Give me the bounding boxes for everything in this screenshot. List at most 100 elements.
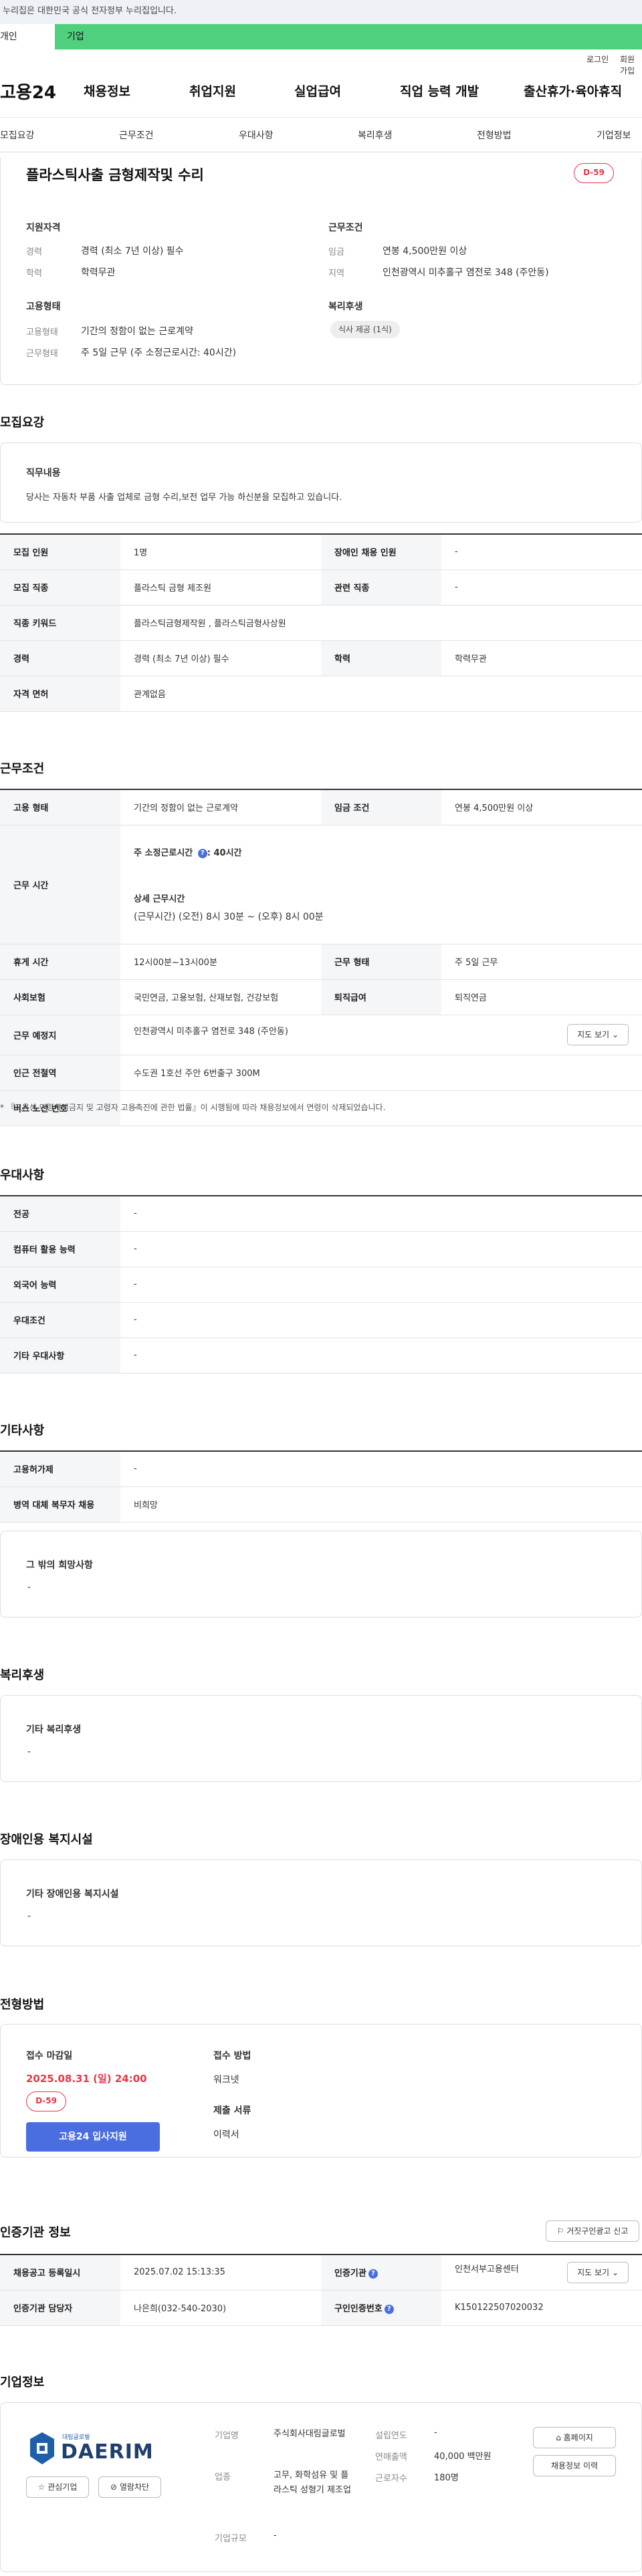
wage-label: 임금 bbox=[328, 247, 344, 257]
company-logo-mark bbox=[30, 2432, 54, 2464]
tab-company[interactable]: 기업정보 bbox=[597, 128, 631, 142]
table-row: 모집 인원 1명 장애인 채용 인원 - bbox=[0, 534, 642, 570]
tab-process[interactable]: 전형방법 bbox=[477, 128, 512, 142]
apply-button[interactable]: 고용24 입사지원 bbox=[26, 2122, 160, 2152]
cell-value: 1명 bbox=[120, 534, 321, 570]
welfare-chip: 식사 제공 (1식) bbox=[330, 321, 400, 338]
preferences-heading: 우대사항 bbox=[0, 1168, 45, 1182]
login-link[interactable]: 로그인 bbox=[586, 53, 609, 65]
company-emp-label: 근로자수 bbox=[375, 2474, 407, 2484]
cell-head: 컴퓨터 활용 능력 bbox=[0, 1231, 120, 1267]
gnb-item-parental-leave[interactable]: 출산휴가·육아휴직 bbox=[524, 82, 622, 100]
etc-heading: 기타사항 bbox=[0, 1424, 45, 1438]
homepage-button[interactable]: ⌂ 홈페이지 bbox=[533, 2427, 616, 2448]
map-button[interactable]: 지도 보기 ⌄ bbox=[567, 1024, 629, 1045]
table-row: 휴게 시간 12시00분~13시00분 근무 형태 주 5일 근무 bbox=[0, 944, 642, 980]
gnb-item-skills[interactable]: 직업 능력 개발 bbox=[400, 82, 479, 100]
age-notice: * 『고용상 연령차별금지 및 고령자 고용촉진에 관한 법률』이 시행됨에 따… bbox=[0, 1103, 386, 1112]
user-type-tabs: 개인 기업 bbox=[0, 24, 642, 49]
table-row: 전공 - bbox=[0, 1196, 642, 1232]
hours-cell: 주 소정근로시간 ?: 40시간 상세 근무시간 (근무시간) (오전) 8시 … bbox=[120, 825, 642, 944]
table-row: 사회보험 국민연금, 고용보험, 산재보험, 건강보험 퇴직급여 퇴직연금 bbox=[0, 979, 642, 1015]
info-icon[interactable]: ? bbox=[197, 848, 207, 858]
cell-head: 학력 bbox=[321, 640, 441, 676]
cell-head: 고용 형태 bbox=[0, 789, 120, 825]
region-label: 지역 bbox=[328, 269, 344, 279]
table-row: 자격 면허 관계없음 bbox=[0, 676, 642, 712]
cell-value: - bbox=[120, 1267, 642, 1303]
job-summary-card: 플라스틱사출 금형제작및 수리 D-59 지원자격 경력 경력 (최소 7년 이… bbox=[0, 158, 642, 385]
cell-head: 임금 조건 bbox=[321, 789, 441, 825]
company-size-label: 기업규모 bbox=[215, 2534, 247, 2544]
cell-value: 관계없음 bbox=[120, 676, 642, 712]
table-row: 인근 전철역 수도권 1호선 주안 6번출구 300M bbox=[0, 1055, 642, 1091]
req-title: 지원자격 bbox=[26, 223, 61, 233]
emp-title: 고용형태 bbox=[26, 301, 61, 312]
tab-corporate[interactable]: 기업 bbox=[67, 24, 84, 49]
company-name-value: 주식회사대림글로벌 bbox=[274, 2429, 346, 2439]
map-button-label: 지도 보기 bbox=[577, 2267, 610, 2277]
tab-welfare[interactable]: 복리후생 bbox=[358, 128, 393, 142]
block-icon: ⊘ bbox=[110, 2482, 118, 2492]
edu-label: 학력 bbox=[26, 269, 42, 279]
cell-value: 수도권 1호선 주안 6번출구 300M bbox=[120, 1055, 642, 1091]
edu-value: 학력무관 bbox=[81, 267, 116, 278]
tab-conditions[interactable]: 근무조건 bbox=[119, 128, 154, 142]
table-row: 기타 우대사항 - bbox=[0, 1337, 642, 1374]
site-logo[interactable]: 고용24 bbox=[0, 79, 56, 104]
table-row: 모집 직종 플라스틱 금형 제조원 관련 직종 - bbox=[0, 569, 642, 606]
company-logo-text: DAERIM bbox=[61, 2440, 154, 2464]
org-cell: 인천서부고용센터 지도 보기 ⌄ bbox=[441, 2255, 642, 2291]
company-sales-label: 연매출액 bbox=[375, 2452, 407, 2462]
official-notice-text: 이 누리집은 대한민국 공식 전자정부 누리집입니다. bbox=[0, 6, 177, 16]
gnb-item-employment-support[interactable]: 취업지원 bbox=[189, 82, 236, 100]
table-row: 근무 예정지 인천광역시 미추홀구 염전로 348 (주안동) 지도 보기 ⌄ bbox=[0, 1015, 642, 1055]
cell-value: 퇴직연금 bbox=[441, 979, 642, 1015]
cell-value: - bbox=[441, 534, 642, 570]
gnb-item-jobs[interactable]: 채용정보 bbox=[84, 82, 130, 100]
cell-value: - bbox=[120, 1302, 642, 1338]
block-button[interactable]: ⊘ 열람차단 bbox=[98, 2476, 161, 2498]
section-tabs: 모집요강 근무조건 우대사항 복리후생 전형방법 기업정보 bbox=[0, 118, 642, 152]
tab-personal[interactable]: 개인 bbox=[0, 24, 55, 49]
history-button[interactable]: 채용정보 이력 bbox=[533, 2455, 616, 2476]
chevron-down-icon: ⌄ bbox=[611, 2267, 619, 2277]
emp-value: 기간의 정함이 없는 근로계약 bbox=[81, 326, 193, 337]
company-biz-label: 업종 bbox=[215, 2472, 231, 2482]
company-year-label: 설립연도 bbox=[375, 2431, 407, 2441]
info-icon[interactable]: ? bbox=[384, 2304, 394, 2314]
cell-head: 휴게 시간 bbox=[0, 944, 120, 980]
gnb-item-unemployment-benefit[interactable]: 실업급여 bbox=[294, 82, 341, 100]
history-button-label: 채용정보 이력 bbox=[550, 2461, 599, 2470]
company-year-value: - bbox=[434, 2428, 437, 2438]
cell-head: 근무 형태 bbox=[321, 944, 441, 980]
cell-head: 전공 bbox=[0, 1196, 120, 1232]
dday-badge: D-59 bbox=[574, 163, 614, 183]
favorite-button[interactable]: ☆ 관심기업 bbox=[26, 2476, 89, 2498]
tab-recruit[interactable]: 모집요강 bbox=[0, 128, 35, 142]
tab-preferences[interactable]: 우대사항 bbox=[239, 128, 274, 142]
company-heading: 기업정보 bbox=[0, 2375, 45, 2390]
cell-value: - bbox=[441, 569, 642, 606]
preferences-table: 전공 - 컴퓨터 활용 능력 - 외국어 능력 - 우대조건 - 기타 우대사항 - bbox=[0, 1195, 642, 1374]
cert-map-button[interactable]: 지도 보기 ⌄ bbox=[567, 2261, 629, 2283]
cell-head: 모집 직종 bbox=[0, 569, 120, 606]
docs-label: 제출 서류 bbox=[213, 2105, 251, 2116]
wish-title: 그 밖의 희망사항 bbox=[26, 1560, 93, 1571]
table-row: 직종 키워드 플라스틱금형제작원 , 플라스틱금형사상원 bbox=[0, 605, 642, 641]
cell-head: 고용허가제 bbox=[0, 1451, 120, 1487]
place-cell: 인천광역시 미추홀구 염전로 348 (주안동) 지도 보기 ⌄ bbox=[120, 1015, 642, 1055]
career-value: 경력 (최소 7년 이상) 필수 bbox=[81, 246, 184, 257]
shift-value: 주 5일 근무 (주 소정근로시간: 40시간) bbox=[81, 348, 237, 358]
cell-value: 연봉 4,500만원 이상 bbox=[441, 789, 642, 825]
report-button[interactable]: ⚐ 거짓구인광고 신고 bbox=[546, 2220, 639, 2242]
company-emp-value: 180명 bbox=[434, 2473, 459, 2483]
home-icon: ⌂ bbox=[556, 2433, 561, 2442]
info-icon[interactable]: ? bbox=[368, 2269, 378, 2279]
cert-table: 채용공고 등록일시 2025.07.02 15:13:35 인증기관? 인천서부… bbox=[0, 2254, 642, 2326]
deadline-value: 2025.08.31 (일) 24:00 bbox=[26, 2073, 147, 2085]
company-logo: 대림글로벌 DAERIM bbox=[27, 2428, 161, 2468]
org-value: 인천서부고용센터 bbox=[455, 2264, 519, 2275]
table-row: 고용허가제 - bbox=[0, 1451, 642, 1487]
table-row: 고용 형태 기간의 정함이 없는 근로계약 임금 조건 연봉 4,500만원 이… bbox=[0, 789, 642, 825]
